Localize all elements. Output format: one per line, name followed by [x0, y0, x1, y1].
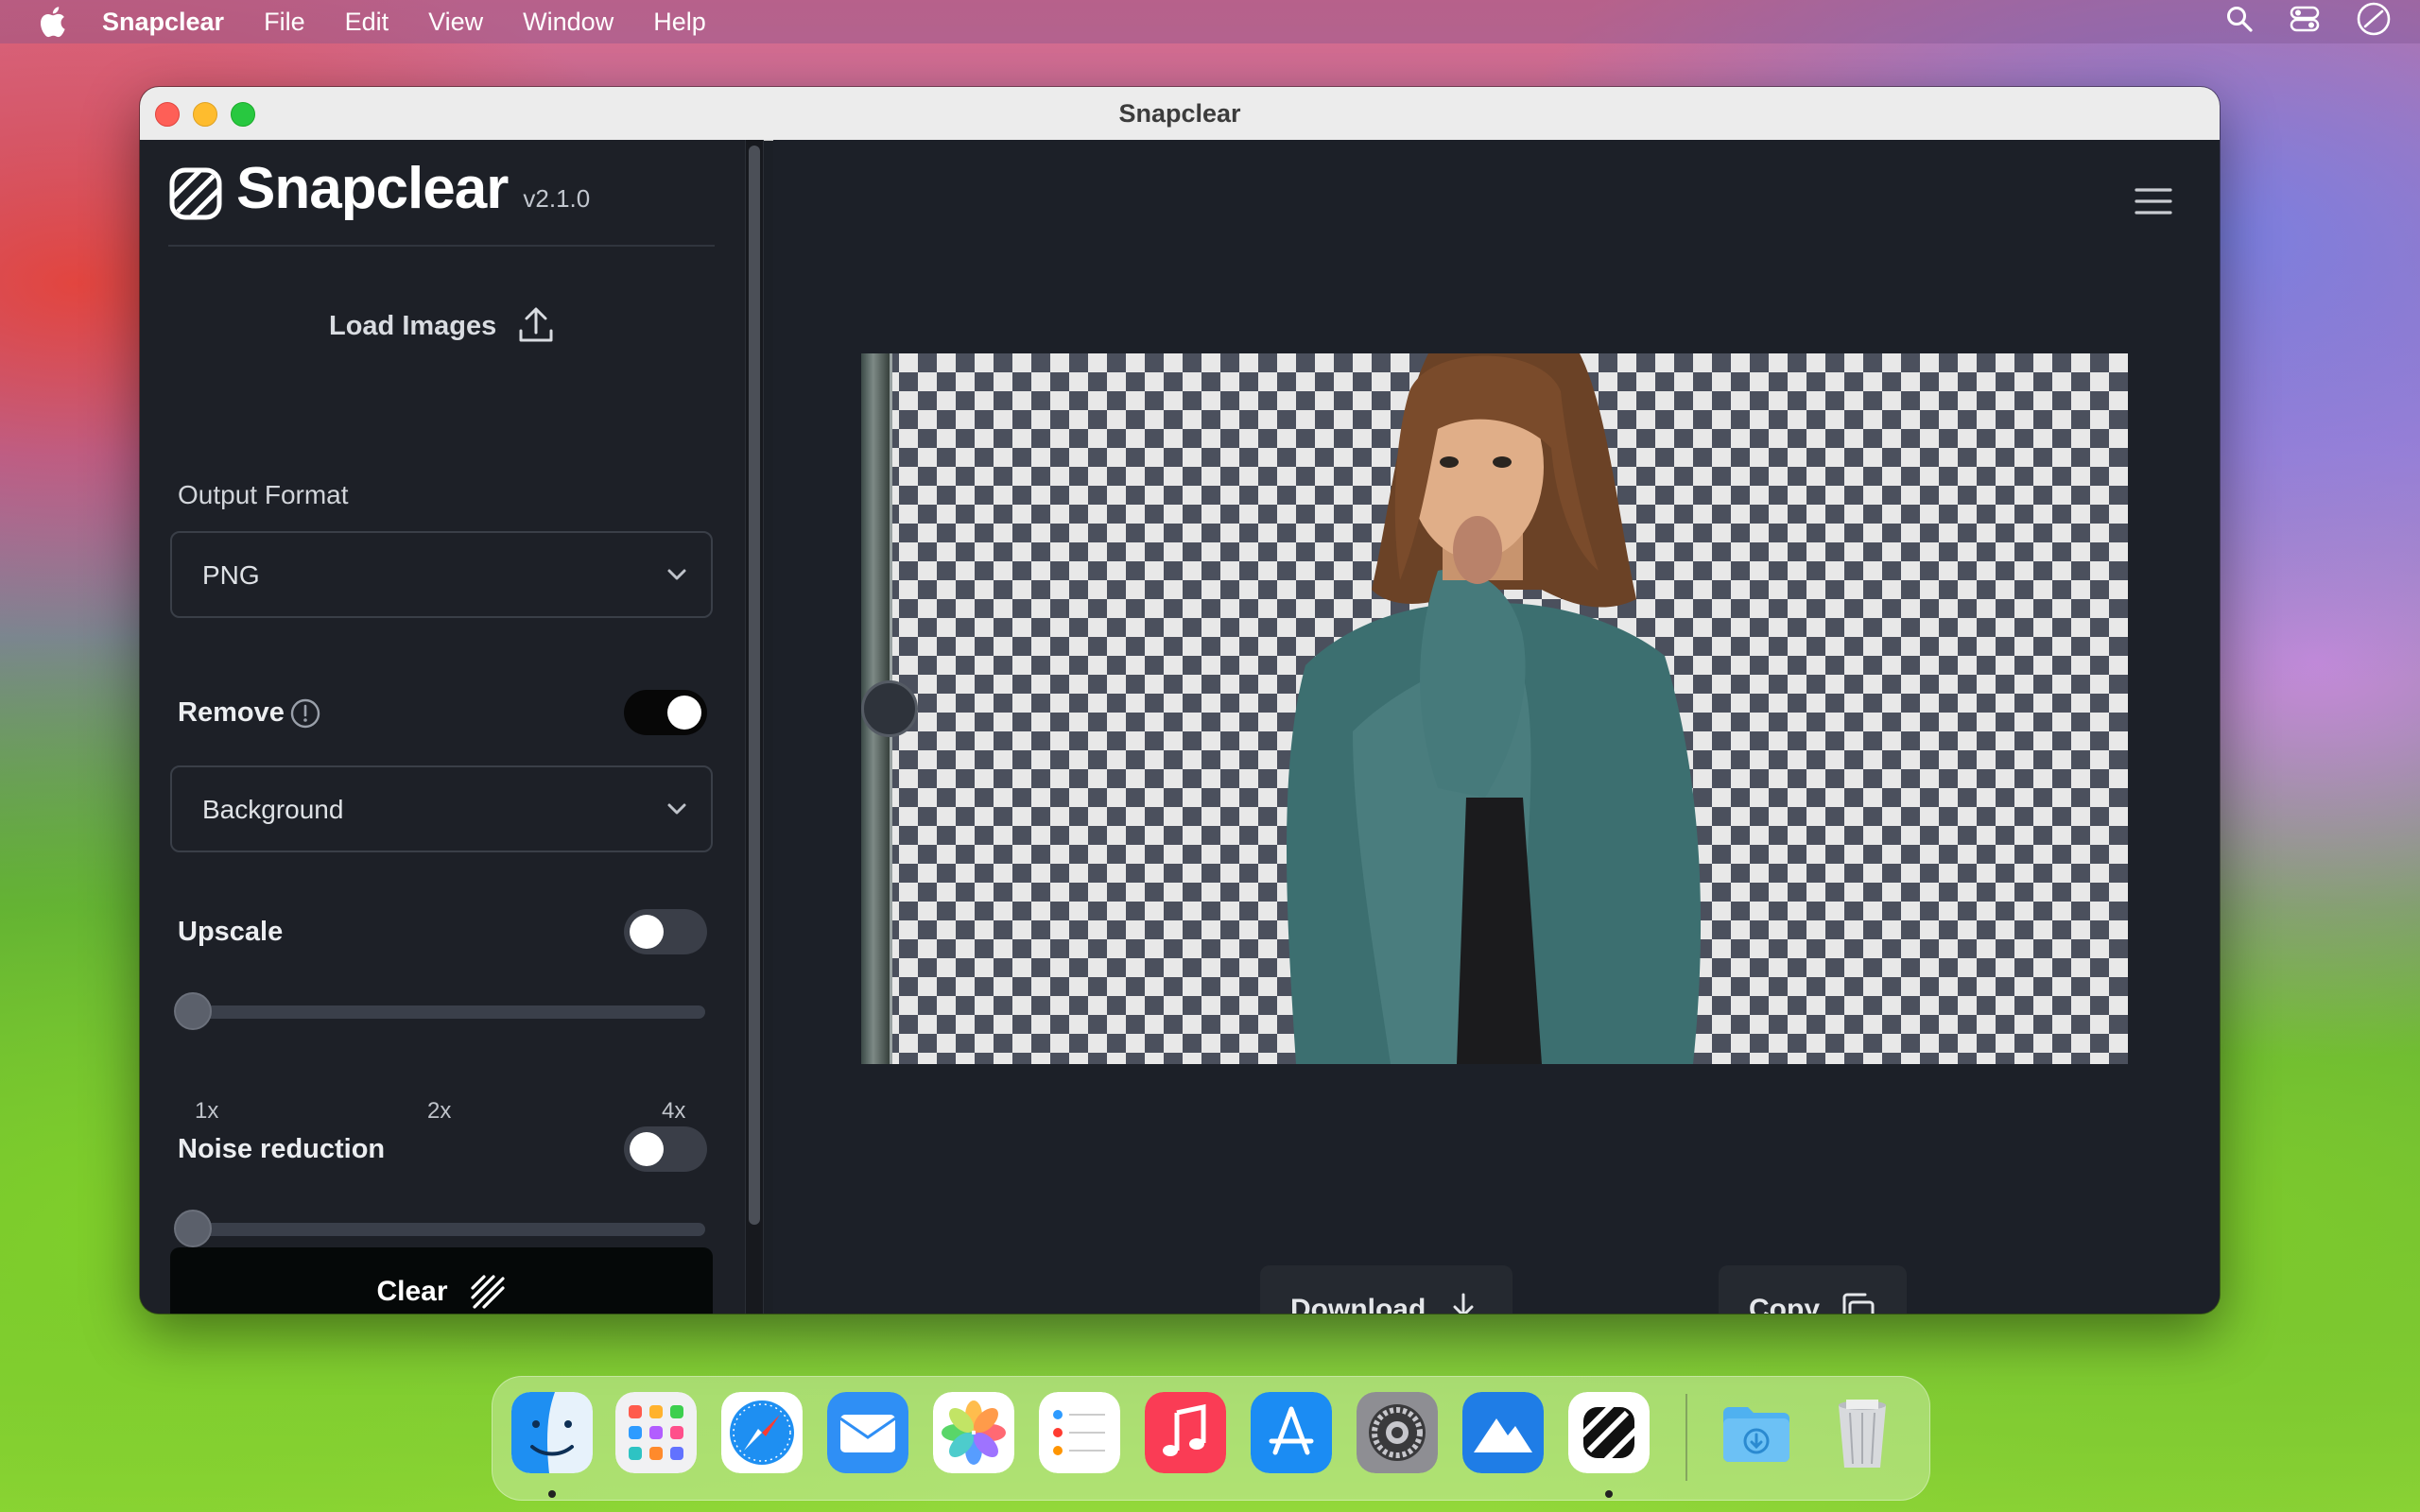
chevron-down-icon — [667, 803, 686, 815]
snapclear-logo-icon — [169, 167, 222, 220]
load-images-button[interactable]: Load Images — [329, 306, 555, 346]
toggle-knob — [630, 915, 664, 949]
main-canvas: Download Copy — [773, 140, 2220, 1314]
music-icon[interactable] — [1145, 1392, 1226, 1473]
clear-button[interactable]: Clear — [170, 1247, 713, 1314]
launchpad-icon[interactable] — [615, 1392, 697, 1473]
download-button[interactable]: Download — [1260, 1265, 1513, 1314]
upload-icon — [519, 307, 553, 342]
noise-reduction-toggle[interactable] — [624, 1126, 707, 1172]
noise-reduction-label: Noise reduction — [178, 1134, 386, 1164]
remove-toggle[interactable] — [624, 690, 707, 735]
system-settings-icon[interactable] — [1357, 1392, 1438, 1473]
upscale-tick-4x: 4x — [662, 1098, 686, 1124]
copy-icon — [1842, 1293, 1875, 1314]
menu-edit[interactable]: Edit — [345, 8, 389, 37]
copy-label: Copy — [1749, 1294, 1820, 1314]
sidebar-divider — [168, 245, 715, 247]
app-store-icon[interactable] — [1251, 1392, 1332, 1473]
load-images-label: Load Images — [329, 310, 497, 341]
upscale-toggle[interactable] — [624, 909, 707, 954]
upscale-slider[interactable] — [174, 992, 705, 1030]
safari-icon[interactable] — [721, 1392, 803, 1473]
menu-file[interactable]: File — [264, 8, 305, 37]
reminders-icon[interactable] — [1039, 1392, 1120, 1473]
window-title: Snapclear — [1118, 99, 1241, 128]
chevron-down-icon — [667, 569, 686, 580]
compare-slider-handle[interactable] — [861, 680, 918, 737]
running-indicator — [548, 1490, 556, 1498]
altitude-icon[interactable] — [1462, 1392, 1544, 1473]
output-format-select[interactable]: PNG — [170, 531, 713, 618]
scrollbar-thumb[interactable] — [749, 146, 760, 1225]
menu-window[interactable]: Window — [523, 8, 614, 37]
output-format-value: PNG — [202, 560, 260, 590]
menu-hamburger-icon[interactable] — [2135, 185, 2172, 217]
menu-help[interactable]: Help — [653, 8, 706, 37]
app-logo: Snapclear v2.1.0 — [168, 157, 590, 221]
remove-target-value: Background — [202, 795, 344, 824]
slider-thumb[interactable] — [174, 1210, 212, 1247]
download-icon — [1453, 1293, 1474, 1314]
sidebar: Snapclear v2.1.0 Load Images Output Form… — [140, 140, 745, 1314]
upscale-tick-1x: 1x — [195, 1098, 219, 1124]
image-preview[interactable] — [861, 353, 2128, 1064]
output-format-label: Output Format — [178, 480, 349, 509]
toggle-knob — [630, 1132, 664, 1166]
toggle-knob — [667, 696, 701, 730]
spotlight-search-icon[interactable] — [2225, 5, 2254, 40]
clear-label: Clear — [376, 1276, 448, 1307]
version-label: v2.1.0 — [523, 184, 591, 213]
snapclear-icon[interactable] — [1568, 1392, 1650, 1473]
dock — [492, 1376, 1930, 1501]
noise-reduction-slider[interactable] — [174, 1210, 705, 1247]
upscale-label: Upscale — [178, 917, 284, 947]
upscale-tick-2x: 2x — [427, 1098, 452, 1124]
menu-bar: Snapclear File Edit View Window Help — [0, 0, 2420, 43]
remove-label: Remove — [178, 697, 285, 728]
info-icon[interactable] — [289, 697, 321, 730]
title-bar: Snapclear — [140, 87, 2220, 141]
control-center-icon[interactable] — [2290, 5, 2320, 40]
download-label: Download — [1290, 1294, 1426, 1314]
running-indicator — [1605, 1490, 1613, 1498]
photos-icon[interactable] — [933, 1392, 1014, 1473]
clear-stripes-icon — [470, 1275, 505, 1309]
downloads-folder-icon[interactable] — [1716, 1392, 1797, 1473]
sidebar-scrollbar[interactable] — [745, 140, 764, 1314]
mail-icon[interactable] — [827, 1392, 908, 1473]
slider-thumb[interactable] — [174, 992, 212, 1030]
clock-icon[interactable] — [2356, 1, 2392, 43]
apple-menu-icon[interactable] — [36, 6, 68, 38]
copy-button[interactable]: Copy — [1719, 1265, 1907, 1314]
finder-icon[interactable] — [511, 1392, 593, 1473]
logo-text: Snapclear — [236, 156, 509, 221]
app-window: Snapclear Snapclear v2.1.0 Load Images O… — [140, 87, 2220, 1314]
remove-target-select[interactable]: Background — [170, 765, 713, 852]
menu-app-name[interactable]: Snapclear — [102, 8, 224, 37]
dock-separator — [1685, 1394, 1687, 1481]
subject-photo — [1287, 353, 1702, 1064]
menu-view[interactable]: View — [428, 8, 483, 37]
trash-icon[interactable] — [1822, 1392, 1903, 1473]
